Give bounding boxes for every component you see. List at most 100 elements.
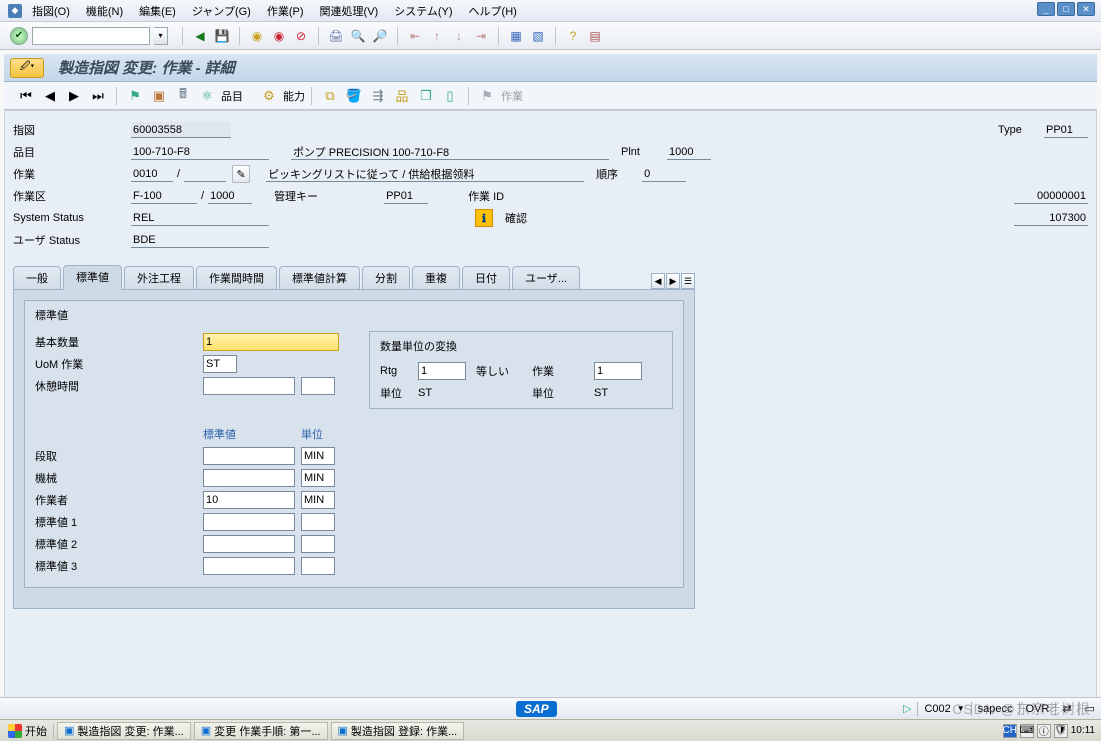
last-record-icon[interactable]: ⏭ [90, 88, 106, 104]
std1-value[interactable] [203, 513, 295, 531]
menu-goto[interactable]: ジャンプ(G) [192, 3, 251, 19]
tray-info-icon[interactable]: ⓘ [1037, 724, 1051, 738]
sap-menu-icon[interactable]: ◆ [8, 4, 22, 18]
new-session-icon[interactable]: ▦ [508, 28, 524, 44]
break-field[interactable] [203, 377, 295, 395]
capacity-icon[interactable]: ⚙ [261, 88, 277, 104]
find-next-icon[interactable]: 🔎 [372, 28, 388, 44]
next-record-icon[interactable]: ▶ [66, 88, 82, 104]
operation-text[interactable] [266, 166, 584, 182]
tab-user[interactable]: ユーザ... [512, 266, 580, 289]
edit-icon[interactable]: ✎ [232, 165, 250, 183]
std2-unit[interactable] [301, 535, 335, 553]
status-arrow-icon[interactable]: ▷ [903, 702, 911, 715]
tab-calc[interactable]: 標準値計算 [279, 266, 360, 289]
uom-field[interactable] [203, 355, 237, 373]
network-icon[interactable]: 品 [394, 88, 410, 104]
stop-icon[interactable]: ⊘ [293, 28, 309, 44]
tab-scroll-right[interactable]: ▶ [666, 273, 680, 289]
info-icon[interactable]: ℹ [475, 209, 493, 227]
tab-list[interactable]: ☰ [681, 273, 695, 289]
tab-general[interactable]: 一般 [13, 266, 61, 289]
first-record-icon[interactable]: ⏮ [18, 88, 34, 104]
tab-split[interactable]: 分割 [362, 266, 410, 289]
menu-order[interactable]: 指図(O) [32, 3, 70, 19]
find-icon[interactable]: 🔍 [350, 28, 366, 44]
prev-record-icon[interactable]: ◀ [42, 88, 58, 104]
command-dropdown[interactable]: ▾ [154, 27, 168, 45]
workcenter-field[interactable] [131, 188, 197, 204]
close-button[interactable]: ✕ [1077, 2, 1095, 16]
base-qty-field[interactable] [203, 333, 339, 351]
first-page-icon[interactable]: ⇤ [407, 28, 423, 44]
menu-help[interactable]: ヘルプ(H) [469, 3, 517, 19]
bucket-icon[interactable]: 🪣 [346, 88, 362, 104]
tray-shield-icon[interactable]: 🛡 [1054, 724, 1068, 738]
layout-icon[interactable]: ▤ [587, 28, 603, 44]
menu-extras[interactable]: 関連処理(V) [320, 3, 379, 19]
setup-unit[interactable] [301, 447, 335, 465]
tree-icon[interactable]: ⇶ [370, 88, 386, 104]
flag-icon[interactable]: ⚑ [127, 88, 143, 104]
tray-lang-icon[interactable]: CH [1003, 724, 1017, 738]
controlkey-field[interactable] [384, 188, 428, 204]
tray-keyboard-icon[interactable]: ⌨ [1020, 724, 1034, 738]
workcenter-plant[interactable] [208, 188, 252, 204]
tab-interop-time[interactable]: 作業間時間 [196, 266, 277, 289]
labor-value[interactable] [203, 491, 295, 509]
tab-overlap[interactable]: 重複 [412, 266, 460, 289]
next-page-icon[interactable]: ↓ [451, 28, 467, 44]
std2-value[interactable] [203, 535, 295, 553]
task-2[interactable]: ▣変更 作業手順: 第一... [194, 722, 328, 740]
menu-operation[interactable]: 作業(P) [267, 3, 304, 19]
conversion-title: 数量単位の変換 [380, 338, 662, 354]
window-controls: _ □ ✕ [1037, 2, 1095, 16]
sequence-label: 順序 [596, 166, 642, 182]
print-icon[interactable]: 🖨 [328, 28, 344, 44]
rtg-field[interactable] [418, 362, 466, 380]
tab-standard-values[interactable]: 標準値 [63, 265, 122, 290]
sequence-field [642, 166, 686, 182]
ledger-icon[interactable]: ▣ [151, 88, 167, 104]
tab-dates[interactable]: 日付 [462, 266, 510, 289]
start-button[interactable]: 开始 [2, 722, 53, 740]
labor-unit[interactable] [301, 491, 335, 509]
prev-page-icon[interactable]: ↑ [429, 28, 445, 44]
exit-icon[interactable]: ◉ [249, 28, 265, 44]
shortcut-icon[interactable]: ▧ [530, 28, 546, 44]
document-icon[interactable]: ▯ [442, 88, 458, 104]
system-status-field [131, 210, 269, 226]
menu-system[interactable]: システム(Y) [394, 3, 452, 19]
command-field[interactable] [32, 27, 150, 45]
enter-icon[interactable]: ✔ [10, 27, 28, 45]
setup-value[interactable] [203, 447, 295, 465]
std3-unit[interactable] [301, 557, 335, 575]
task-1[interactable]: ▣製造指図 変更: 作業... [57, 722, 191, 740]
oper-conv-field[interactable] [594, 362, 642, 380]
calc-icon[interactable]: 🖩 [175, 88, 191, 104]
hierarchy-icon[interactable]: ⧉ [322, 88, 338, 104]
tab-external[interactable]: 外注工程 [124, 266, 194, 289]
task-3[interactable]: ▣製造指図 登録: 作業... [331, 722, 465, 740]
menu-edit[interactable]: 編集(E) [139, 3, 176, 19]
std3-value[interactable] [203, 557, 295, 575]
capacity-label: 能力 [283, 88, 305, 104]
help-icon[interactable]: ? [565, 28, 581, 44]
last-page-icon[interactable]: ⇥ [473, 28, 489, 44]
break-unit-field[interactable] [301, 377, 335, 395]
back-icon[interactable]: ◀ [192, 28, 208, 44]
title-toggle-button[interactable]: 🖉▾ [10, 58, 44, 78]
confirmation-field [1014, 210, 1088, 226]
tab-scroll-left[interactable]: ◀ [651, 273, 665, 289]
machine-unit[interactable] [301, 469, 335, 487]
cancel-icon[interactable]: ◉ [271, 28, 287, 44]
std1-unit[interactable] [301, 513, 335, 531]
machine-value[interactable] [203, 469, 295, 487]
material-icon[interactable]: ⚛ [199, 88, 215, 104]
copy-icon[interactable]: ❐ [418, 88, 434, 104]
save-icon[interactable]: 💾 [214, 28, 230, 44]
setup-label: 段取 [35, 448, 203, 464]
maximize-button[interactable]: □ [1057, 2, 1075, 16]
minimize-button[interactable]: _ [1037, 2, 1055, 16]
menu-function[interactable]: 機能(N) [86, 3, 123, 19]
